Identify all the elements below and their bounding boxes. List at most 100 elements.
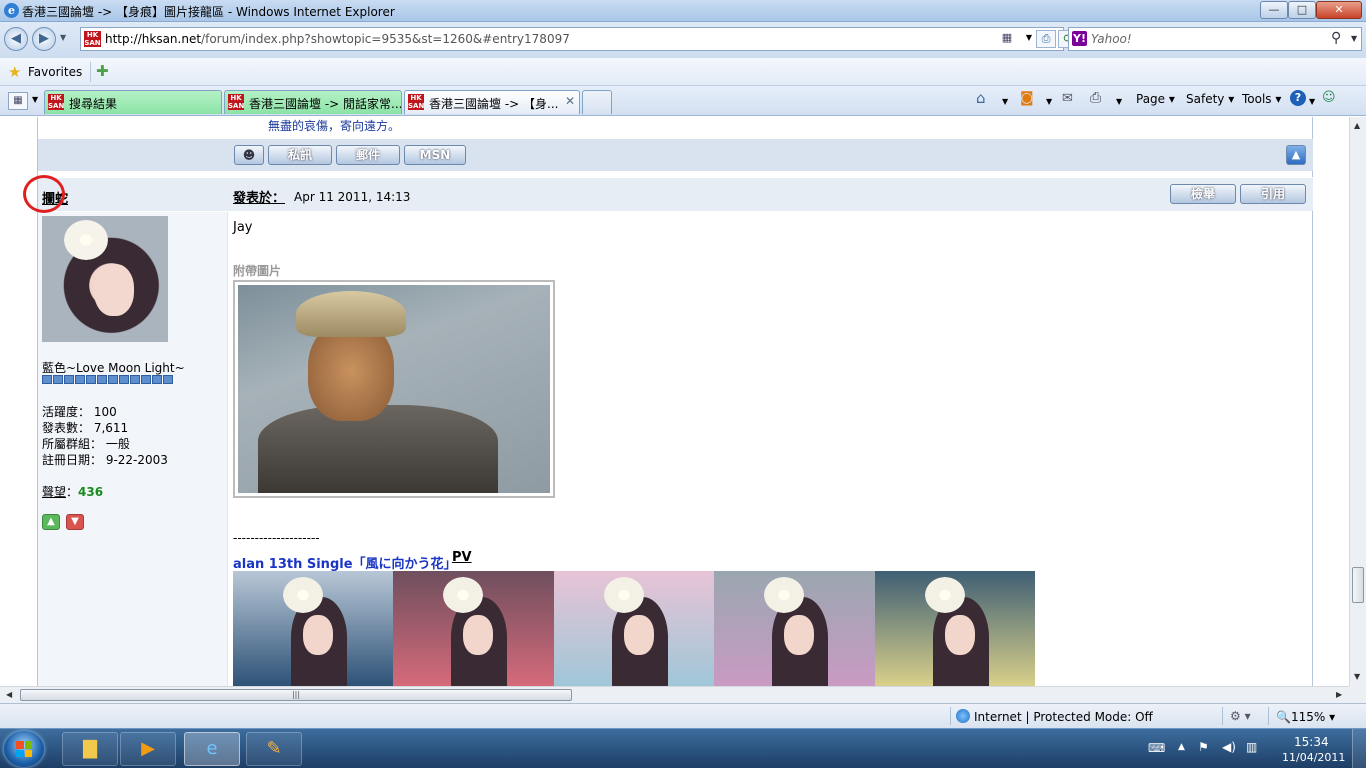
print-dropdown[interactable]: ▼ [1116, 97, 1122, 106]
read-mail-icon[interactable]: ✉ [1062, 91, 1073, 106]
yahoo-logo-icon: Y! [1072, 31, 1087, 46]
search-input[interactable]: Yahoo! [1091, 32, 1132, 46]
search-options-dropdown[interactable]: ▼ [1351, 34, 1357, 43]
volume-icon[interactable]: ◀) [1222, 740, 1236, 754]
profile-button[interactable]: ☻ [234, 145, 264, 165]
protected-mode-icon[interactable]: ⚙ ▾ [1230, 709, 1251, 723]
search-icon[interactable]: ⚲ [1331, 30, 1341, 46]
search-box[interactable]: Y! Yahoo! ⚲ ▼ [1068, 27, 1362, 51]
feeds-icon[interactable]: ◙ [1020, 90, 1034, 106]
horizontal-scroll-thumb[interactable]: ||| [20, 689, 572, 701]
internet-zone-icon [956, 709, 970, 723]
forward-button[interactable]: ▶ [32, 27, 56, 51]
maximize-button[interactable]: □ [1288, 1, 1316, 19]
back-to-top-icon[interactable]: ▲ [1286, 145, 1306, 165]
user-info-column: 藍色~Love Moon Light~ 活躍度： 100 發表數： 7,611 … [38, 212, 228, 686]
window-title: 香港三國論壇 -> 【身痕】圖片接龍區 - Windows Internet E… [22, 5, 395, 19]
clock-time[interactable]: 15:34 [1294, 735, 1329, 749]
reputation-down-icon[interactable]: ▼ [66, 514, 84, 530]
new-tab-button[interactable] [582, 90, 612, 114]
scroll-down-icon[interactable]: ▼ [1354, 672, 1360, 681]
page-icon[interactable]: ⎙ [1036, 30, 1056, 48]
taskbar-internet-explorer-icon[interactable]: e [184, 732, 240, 766]
ie-logo-icon: e [4, 3, 19, 18]
signature-photo [233, 571, 394, 686]
help-dropdown[interactable]: ▼ [1309, 97, 1315, 106]
compatibility-view-icon[interactable]: ▦ [997, 30, 1017, 48]
quick-tabs-icon[interactable]: ▦ [8, 92, 28, 110]
posted-at-label[interactable]: 發表於： [233, 187, 285, 206]
show-desktop-button[interactable] [1352, 729, 1366, 768]
reputation-link[interactable]: 聲望 [42, 485, 66, 499]
print-icon[interactable]: ⎙ [1090, 90, 1101, 106]
horizontal-scrollbar[interactable]: ◀ ||| ▶ [0, 686, 1349, 703]
vertical-scrollbar[interactable]: ▲ ▼ [1349, 117, 1366, 686]
activity-stat: 活躍度： 100 [42, 405, 117, 419]
help-icon[interactable]: ? [1290, 90, 1306, 106]
signature-pv-link[interactable]: PV [452, 550, 472, 565]
address-url[interactable]: http://hksan.net/forum/index.php?showtop… [105, 32, 570, 46]
signature-photo [393, 571, 554, 686]
attached-image[interactable] [233, 280, 555, 498]
navigation-bar: ◀ ▶ ▼ HK SAN http://hksan.net/forum/index… [0, 22, 1366, 58]
keyboard-icon[interactable]: ⌨ [1148, 741, 1165, 755]
private-message-button[interactable]: 私訊 [268, 145, 332, 165]
tab-label: 搜尋結果 [69, 97, 118, 111]
address-bar[interactable]: HK SAN http://hksan.net/forum/index.php?s… [80, 27, 1100, 51]
registered-stat: 註冊日期： 9-22-2003 [42, 453, 168, 467]
tab-active-forum[interactable]: HK SAN 香港三國論壇 -> 【身... ✕ [404, 90, 580, 114]
page-menu[interactable]: Page ▾ [1136, 92, 1175, 106]
title-bar: e 香港三國論壇 -> 【身痕】圖片接龍區 - Windows Internet… [0, 0, 1366, 22]
taskbar-media-player-icon[interactable]: ▶ [120, 732, 176, 766]
favorites-button[interactable]: Favorites [28, 65, 82, 79]
scroll-up-icon[interactable]: ▲ [1354, 121, 1360, 130]
msn-button[interactable]: MSN [404, 145, 466, 165]
security-zone[interactable]: Internet | Protected Mode: Off [974, 710, 1153, 724]
action-center-flag-icon[interactable]: ⚑ [1198, 740, 1209, 754]
minimize-button[interactable]: — [1260, 1, 1288, 19]
close-tab-icon[interactable]: ✕ [565, 94, 575, 108]
tab-list-dropdown[interactable]: ▼ [32, 95, 38, 104]
status-bar: Internet | Protected Mode: Off ⚙ ▾ 🔍115%… [0, 703, 1366, 728]
back-button[interactable]: ◀ [4, 27, 28, 51]
network-icon[interactable]: ▥ [1246, 740, 1257, 754]
signature-image-strip [233, 571, 1035, 686]
posts-stat: 發表數： 7,611 [42, 421, 129, 435]
clock-date[interactable]: 11/04/2011 [1282, 751, 1345, 764]
forum-post-table: 無盡的哀傷，寄向遠方。 ☻ 私訊 郵件 MSN ▲ 攔蛇 發表於： Apr 11… [37, 117, 1313, 686]
show-hidden-icons-icon[interactable]: ▲ [1178, 742, 1185, 752]
tools-menu[interactable]: Tools ▾ [1242, 92, 1281, 106]
add-to-favorites-bar-icon[interactable]: ✚ [96, 62, 109, 80]
taskbar-paint-icon[interactable]: ✎ [246, 732, 302, 766]
zoom-level[interactable]: 🔍115% ▾ [1276, 710, 1335, 724]
vertical-scroll-thumb[interactable] [1352, 567, 1364, 603]
scroll-left-icon[interactable]: ◀ [6, 690, 12, 699]
page-content: 無盡的哀傷，寄向遠方。 ☻ 私訊 郵件 MSN ▲ 攔蛇 發表於： Apr 11… [0, 117, 1349, 686]
start-button[interactable] [4, 731, 44, 767]
safety-menu[interactable]: Safety ▾ [1186, 92, 1234, 106]
home-icon[interactable]: ⌂ [976, 89, 986, 107]
close-button[interactable]: ✕ [1316, 1, 1362, 19]
status-divider [1222, 707, 1223, 725]
email-button[interactable]: 郵件 [336, 145, 400, 165]
tab-chat[interactable]: HK SAN 香港三國論壇 -> 閒話家常... [224, 90, 402, 114]
tab-label: 香港三國論壇 -> 閒話家常... [249, 97, 402, 111]
tab-search-results[interactable]: HK SAN 搜尋結果 [44, 90, 222, 114]
taskbar-explorer-icon[interactable]: ▇ [62, 732, 118, 766]
quote-button[interactable]: 引用 [1240, 184, 1306, 204]
previous-post-signature: 無盡的哀傷，寄向遠方。 [268, 119, 401, 133]
messenger-icon[interactable]: ☺ [1322, 90, 1336, 105]
attachment-label: 附帶圖片 [233, 264, 282, 278]
status-divider [1268, 707, 1269, 725]
report-button[interactable]: 檢舉 [1170, 184, 1236, 204]
feeds-dropdown[interactable]: ▼ [1046, 97, 1052, 106]
reputation-up-icon[interactable]: ▲ [42, 514, 60, 530]
favorites-bar: ★ Favorites ✚ [0, 58, 1366, 86]
home-dropdown[interactable]: ▼ [1002, 97, 1008, 106]
recent-pages-dropdown[interactable]: ▼ [60, 33, 66, 42]
scroll-right-icon[interactable]: ▶ [1336, 690, 1342, 699]
windows-taskbar: ▇ ▶ e ✎ ⌨ ▲ ⚑ ◀) ▥ 15:34 11/04/2011 [0, 728, 1366, 768]
favorites-star-icon[interactable]: ★ [8, 63, 21, 81]
status-divider [950, 707, 951, 725]
signature-photo [714, 571, 875, 686]
